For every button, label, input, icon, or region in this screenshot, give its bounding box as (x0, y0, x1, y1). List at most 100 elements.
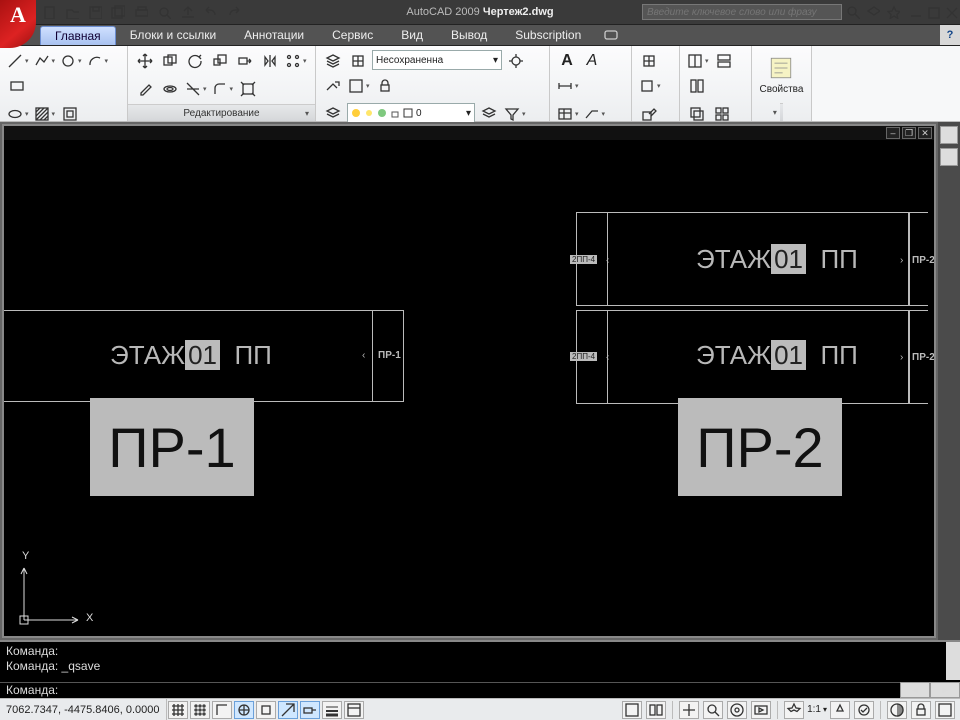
grid-toggle[interactable] (190, 701, 210, 719)
qat-plot-icon[interactable] (132, 3, 150, 21)
text-icon[interactable]: A (581, 50, 603, 72)
qat-new-icon[interactable] (40, 3, 58, 21)
cmd-scroll-right[interactable]: ► (930, 682, 960, 698)
layer-state-combo[interactable]: Несохраненна▾ (372, 50, 502, 70)
pan-icon[interactable] (679, 701, 699, 719)
offset-icon[interactable] (159, 78, 181, 100)
viewport-icon[interactable] (686, 50, 710, 72)
arc-icon[interactable] (86, 50, 110, 72)
array-icon[interactable] (284, 50, 308, 72)
lwt-toggle[interactable] (322, 701, 342, 719)
cmd-scroll-left[interactable]: ◄ (900, 682, 930, 698)
stretch-icon[interactable] (234, 50, 256, 72)
model-canvas[interactable]: ЭТАЖ01 ПП ‹ ПР-1 ПР-1 2ПП-4 ‹ ЭТАЖ01 ПП … (4, 140, 934, 636)
tile-v-icon[interactable] (686, 75, 708, 97)
osnap-toggle[interactable] (256, 701, 276, 719)
floor-label-pr2-lower: ЭТАЖ01 ПП (696, 340, 858, 371)
block-create-icon[interactable] (638, 75, 662, 97)
palette-tool-icon[interactable] (940, 148, 958, 166)
annotation-scale[interactable]: 1:1 (807, 704, 821, 715)
qat-preview-icon[interactable] (155, 3, 173, 21)
layer-iso-icon[interactable] (347, 50, 369, 72)
circle-icon[interactable] (59, 50, 83, 72)
copy-icon[interactable] (159, 50, 181, 72)
help-button[interactable]: ? (940, 25, 960, 45)
close-button[interactable] (942, 3, 960, 21)
move-icon[interactable] (134, 50, 156, 72)
rotate-icon[interactable] (184, 50, 206, 72)
layer-match-icon[interactable] (322, 75, 344, 97)
tab-tools[interactable]: Сервис (318, 25, 387, 45)
rectangle-icon[interactable] (6, 75, 28, 97)
showmotion-icon[interactable] (751, 701, 771, 719)
dyn-toggle[interactable] (300, 701, 320, 719)
coordinate-readout[interactable]: 7062.7347, -4475.8406, 0.0000 (0, 699, 167, 720)
polyline-icon[interactable] (33, 50, 57, 72)
workspace-switch-icon[interactable] (887, 701, 907, 719)
tab-view[interactable]: Вид (387, 25, 437, 45)
panel-properties-expand[interactable] (780, 103, 783, 121)
layout-quickview-icon[interactable] (646, 701, 666, 719)
erase-icon[interactable] (134, 78, 156, 100)
block-insert-icon[interactable] (638, 50, 660, 72)
doc-close-button[interactable]: ✕ (918, 127, 932, 139)
annoauto-icon[interactable] (854, 701, 874, 719)
minimize-button[interactable] (906, 3, 924, 21)
tab-blocks[interactable]: Блоки и ссылки (116, 25, 230, 45)
tab-output[interactable]: Вывод (437, 25, 501, 45)
panel-modify-label[interactable]: Редактирование (128, 104, 315, 121)
steering-wheel-icon[interactable] (727, 701, 747, 719)
doc-restore-button[interactable]: ❐ (902, 127, 916, 139)
layer-current-combo[interactable]: 0▾ (347, 103, 475, 123)
doc-minimize-button[interactable]: – (886, 127, 900, 139)
model-button[interactable] (622, 701, 642, 719)
layer-tools-icon[interactable] (347, 75, 371, 97)
floor-label-pr1: ЭТАЖ01 ПП (110, 340, 272, 371)
snap-toggle[interactable] (168, 701, 188, 719)
explode-icon[interactable] (237, 78, 259, 100)
tag-pr2-upper: ПР-2 (912, 255, 934, 266)
maximize-button[interactable] (924, 3, 942, 21)
properties-icon[interactable] (767, 54, 795, 82)
search-go-icon[interactable] (844, 3, 862, 21)
command-scrollbar[interactable] (946, 642, 960, 680)
annoscale-icon[interactable] (784, 701, 804, 719)
annovis-icon[interactable] (830, 701, 850, 719)
tab-subscription[interactable]: Subscription (501, 25, 595, 45)
toolbar-lock-icon[interactable] (911, 701, 931, 719)
qat-saveall-icon[interactable] (109, 3, 127, 21)
favorites-icon[interactable] (884, 3, 902, 21)
layer-state-icon[interactable] (322, 50, 344, 72)
qat-publish-icon[interactable] (178, 3, 196, 21)
fillet-icon[interactable] (211, 78, 235, 100)
qp-toggle[interactable] (344, 701, 364, 719)
tile-h-icon[interactable] (713, 50, 735, 72)
otrack-toggle[interactable] (278, 701, 298, 719)
ortho-toggle[interactable] (212, 701, 232, 719)
cleanscreen-icon[interactable] (935, 701, 955, 719)
trim-icon[interactable] (184, 78, 208, 100)
layer-lock-icon[interactable] (374, 75, 396, 97)
infocenter-icon[interactable] (864, 3, 882, 21)
tab-home[interactable]: Главная (40, 26, 116, 45)
panel-properties: Свойства (752, 46, 812, 121)
floor-label-pr2-upper: ЭТАЖ01 ПП (696, 244, 858, 275)
qat-undo-icon[interactable] (201, 3, 219, 21)
palette-sheet-icon[interactable] (940, 126, 958, 144)
panel-block: Б... (632, 46, 680, 121)
mtext-icon[interactable]: A (556, 50, 578, 72)
scale-icon[interactable] (209, 50, 231, 72)
mirror-icon[interactable] (259, 50, 281, 72)
zoom-icon[interactable] (703, 701, 723, 719)
dimension-icon[interactable] (556, 75, 580, 97)
qat-open-icon[interactable] (63, 3, 81, 21)
qat-redo-icon[interactable] (224, 3, 242, 21)
command-input[interactable]: Команда: (0, 682, 960, 698)
search-input[interactable] (642, 4, 842, 20)
qat-save-icon[interactable] (86, 3, 104, 21)
tab-annotate[interactable]: Аннотации (230, 25, 318, 45)
line-icon[interactable] (6, 50, 30, 72)
polar-toggle[interactable] (234, 701, 254, 719)
tab-extender-icon[interactable] (595, 25, 627, 45)
layer-freeze-icon[interactable] (505, 50, 527, 72)
